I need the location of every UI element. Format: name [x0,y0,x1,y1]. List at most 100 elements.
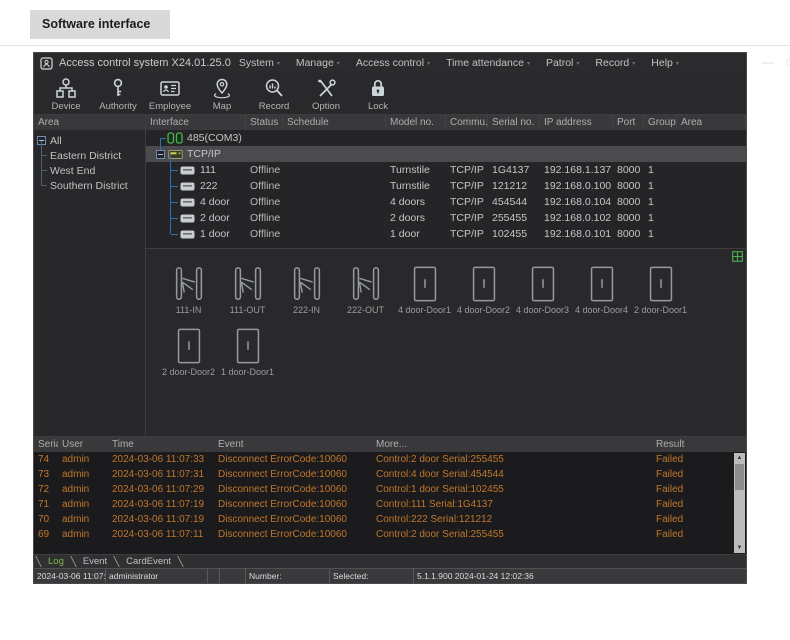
tab-event[interactable]: Event [74,555,116,568]
log-event: Disconnect ErrorCode:10060 [214,514,372,525]
log-result: Failed [652,469,746,480]
log-result: Failed [652,454,746,465]
serial-bus-icon [167,132,183,144]
status-version: 5.1.1.900 2024-01-24 12:02:36 [414,569,746,583]
log-row[interactable]: 69 admin 2024-03-06 11:07:11 Disconnect … [34,527,746,542]
col-ip-address: IP address [540,115,613,130]
employee-button[interactable]: Employee [144,76,196,112]
door-item-4door-door4[interactable]: 4 door-Door4 [573,265,630,315]
tool-label: Device [51,101,80,112]
log-row[interactable]: 73 admin 2024-03-06 11:07:31 Disconnect … [34,467,746,482]
maximize-button[interactable]: □ [779,57,790,70]
log-more: Control:2 door Serial:255455 [372,454,652,465]
log-row[interactable]: 70 admin 2024-03-06 11:07:19 Disconnect … [34,512,746,527]
menu-time-attendance[interactable]: Time attendance [438,57,538,69]
area-tree-root-all[interactable]: All [34,133,145,148]
menu-help[interactable]: Help [643,57,687,69]
authority-button[interactable]: Authority [92,76,144,112]
door-label: 2 door-Door1 [634,305,687,315]
table-row-device-1door[interactable]: 1 door Offline 1 door TCP/IP 102455 192.… [146,226,746,242]
log-event: Disconnect ErrorCode:10060 [214,529,372,540]
area-item-eastern-district[interactable]: Eastern District [34,148,145,163]
tree-connector-line [171,202,178,203]
scroll-down-icon[interactable]: ▼ [734,543,745,553]
scroll-up-icon[interactable]: ▲ [734,453,745,463]
device-serial: 255455 [488,212,540,224]
door-item-111-out[interactable]: 111-OUT [219,265,276,315]
table-row-485-bus[interactable]: 485(COM3) [146,130,746,146]
device-button[interactable]: Device [40,76,92,112]
log-row[interactable]: 72 admin 2024-03-06 11:07:29 Disconnect … [34,482,746,497]
menu-record[interactable]: Record [587,57,643,69]
device-group: 1 [644,180,677,192]
table-row-tcpip-hub[interactable]: TCP/IP [146,146,746,162]
controller-icon [180,182,195,191]
device-port: 8000 [613,196,644,208]
device-ip: 192.168.0.100 [540,180,613,192]
table-row-device-2door[interactable]: 2 door Offline 2 doors TCP/IP 255455 192… [146,210,746,226]
door-item-2door-door2[interactable]: 2 door-Door2 [160,327,217,377]
area-item-southern-district[interactable]: Southern District [34,178,145,193]
door-item-4door-door2[interactable]: 4 door-Door2 [455,265,512,315]
record-button[interactable]: Record [248,76,300,112]
table-row-device-4door[interactable]: 4 door Offline 4 doors TCP/IP 454544 192… [146,194,746,210]
device-status: Offline [246,196,283,208]
menu-bar: System Manage Access control Time attend… [231,57,687,69]
view-grid-icon[interactable] [732,251,743,262]
log-row[interactable]: 71 admin 2024-03-06 11:07:19 Disconnect … [34,497,746,512]
table-row-device-222[interactable]: 222 Offline Turnstile TCP/IP 121212 192.… [146,178,746,194]
device-model: Turnstile [386,164,446,176]
tool-label: Authority [99,101,137,112]
log-serial: 70 [34,514,58,525]
menu-system[interactable]: System [231,57,288,69]
col-time: Time [108,437,214,452]
window-title: Access control system X24.01.25.0 [59,57,231,69]
door-item-222-in[interactable]: 222-IN [278,265,335,315]
minimize-button[interactable]: — [757,57,779,70]
area-item-west-end[interactable]: West End [34,163,145,178]
log-row[interactable]: 74 admin 2024-03-06 11:07:33 Disconnect … [34,452,746,467]
door-item-4door-door3[interactable]: 4 door-Door3 [514,265,571,315]
turnstile-icon [347,265,385,303]
door-item-222-out[interactable]: 222-OUT [337,265,394,315]
area-root-label: All [50,135,62,147]
tree-connector-line [171,234,178,235]
door-label: 2 door-Door2 [162,367,215,377]
col-event: Event [214,437,372,452]
log-scrollbar[interactable]: ▲ ▼ [734,453,745,553]
log-more: Control:2 door Serial:255455 [372,529,652,540]
menu-manage[interactable]: Manage [288,57,348,69]
hub-name: TCP/IP [187,148,221,160]
menu-access-control[interactable]: Access control [348,57,438,69]
device-group: 1 [644,164,677,176]
log-serial: 69 [34,529,58,540]
door-item-1door-door1[interactable]: 1 door-Door1 [219,327,276,377]
collapse-toggle-icon[interactable] [156,150,165,159]
log-event: Disconnect ErrorCode:10060 [214,469,372,480]
device-group: 1 [644,196,677,208]
door-item-2door-door1[interactable]: 2 door-Door1 [632,265,689,315]
door-item-4door-door1[interactable]: 4 door-Door1 [396,265,453,315]
device-name: 2 door [200,212,230,224]
scrollbar-thumb[interactable] [735,464,744,490]
tab-log[interactable]: Log [39,555,73,568]
col-serial-no: Serial no. [488,115,540,130]
option-button[interactable]: Option [300,76,352,112]
table-row-device-111[interactable]: 111 Offline Turnstile TCP/IP 1G4137 192.… [146,162,746,178]
door-label: 111-OUT [230,305,266,315]
device-status: Offline [246,228,283,240]
device-ip: 192.168.0.102 [540,212,613,224]
lock-button[interactable]: Lock [352,76,404,112]
door-icon [465,265,503,303]
door-item-111-in[interactable]: 111-IN [160,265,217,315]
menu-patrol[interactable]: Patrol [538,57,587,69]
tab-cardevent[interactable]: CardEvent [117,555,180,568]
padlock-icon [366,76,390,100]
door-label: 4 door-Door2 [457,305,510,315]
controller-icon [180,166,195,175]
device-ip: 192.168.0.104 [540,196,613,208]
log-serial: 74 [34,454,58,465]
map-button[interactable]: Map [196,76,248,112]
device-pane: Interface Status Schedule Model no. Comm… [146,115,746,436]
tree-connector-line [170,154,171,234]
